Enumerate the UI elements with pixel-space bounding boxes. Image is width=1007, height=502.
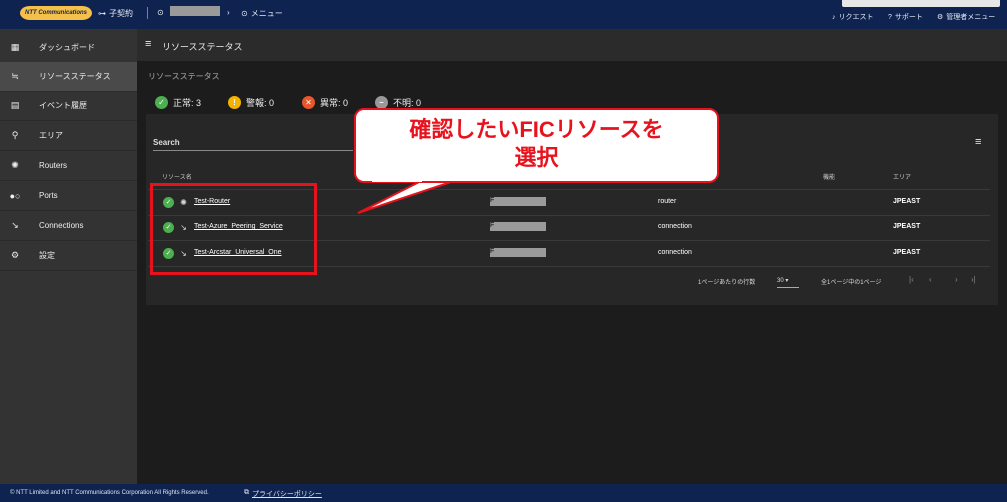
footer: © NTT Limited and NTT Communications Cor…	[0, 484, 1007, 502]
breadcrumb: リソースステータス	[148, 72, 220, 81]
resource-type: connection	[658, 223, 692, 230]
help-icon: ?	[888, 13, 892, 21]
hamburger-icon[interactable]: ≡	[145, 38, 151, 50]
support-link[interactable]: ? サポート	[888, 12, 923, 22]
sidebar-item-ports[interactable]: ●○ Ports	[0, 181, 137, 211]
callout-joint	[372, 176, 422, 182]
resource-area: JPEAST	[893, 223, 921, 230]
highlight-box	[150, 183, 317, 275]
chevron-circle-icon: ⊙	[241, 9, 248, 18]
contract-nav[interactable]: ⊶ 子契約	[98, 8, 133, 19]
router-icon: ✺	[11, 160, 19, 170]
copyright-text: © NTT Limited and NTT Communications Cor…	[10, 490, 209, 496]
sidebar-item-event-history[interactable]: ▤ イベント履歴	[0, 91, 137, 121]
topbar-search-box[interactable]	[842, 0, 1000, 7]
menu-select[interactable]: ⊙ メニュー	[241, 8, 283, 19]
annotation-line2: 選択	[514, 145, 559, 170]
chevron-circle-icon: ⊙	[157, 8, 164, 17]
external-link-icon: ⧉	[244, 489, 249, 496]
page-header: ≡ リソースステータス	[137, 29, 1007, 61]
admin-menu-link[interactable]: ⚙ 管理者メニュー	[937, 12, 995, 22]
port-icon: ●○	[9, 190, 21, 201]
column-header-name[interactable]: リソース名	[162, 172, 192, 181]
status-icon: ≒	[11, 71, 19, 81]
page-info: 全1ページ中の1ページ	[821, 280, 882, 286]
ntt-logo[interactable]: NTT Communications	[20, 6, 92, 20]
error-icon: ✕	[302, 96, 315, 109]
column-header-area[interactable]: エリア	[893, 172, 911, 181]
next-page-icon[interactable]: ›	[955, 275, 958, 284]
rows-per-page-select[interactable]: 30 ▾	[777, 277, 799, 288]
column-header-function[interactable]: 機能	[823, 172, 835, 181]
sidebar-item-dashboard[interactable]: ▦ ダッシュボード	[0, 33, 137, 63]
dropdown-icon: ▾	[785, 278, 789, 284]
page-title: リソースステータス	[162, 42, 243, 52]
sidebar-item-resource-status[interactable]: ≒ リソースステータス	[0, 62, 137, 92]
resource-type: router	[658, 198, 677, 205]
contract-label: 子契約	[109, 9, 133, 18]
annotation-callout: 確認したいFICリソースを 選択	[354, 108, 719, 183]
top-bar: NTT Communications ⊶ 子契約 ⊙ › ⊙ メニュー ♪ リクエ…	[0, 0, 1007, 29]
gear-icon: ⚙	[937, 14, 944, 21]
masked-contract-id	[170, 6, 220, 16]
grid-icon: ▦	[10, 42, 20, 52]
sidebar-item-connections[interactable]: ↘ Connections	[0, 211, 137, 241]
first-page-icon[interactable]: |‹	[909, 275, 914, 284]
check-icon: ✓	[155, 96, 168, 109]
search-label: Search	[153, 138, 180, 147]
connection-icon: ↘	[11, 220, 19, 230]
annotation-line1: 確認したいFICリソースを	[409, 117, 664, 142]
sidebar: ▦ ダッシュボード ≒ リソースステータス ▤ イベント履歴 ⚲ エリア ✺ R…	[0, 29, 137, 484]
sidebar-item-routers[interactable]: ✺ Routers	[0, 151, 137, 181]
resource-area: JPEAST	[893, 249, 921, 256]
hierarchy-icon: ⊶	[98, 9, 106, 18]
breadcrumb-arrow-icon: ›	[227, 8, 230, 17]
stat-warning[interactable]: ! 警報: 0	[228, 96, 274, 109]
masked-resource-id: F	[490, 248, 546, 257]
calendar-icon: ▤	[10, 100, 20, 110]
resource-type: connection	[658, 249, 692, 256]
contract-select[interactable]: ⊙	[157, 8, 164, 17]
divider	[147, 7, 148, 19]
sidebar-item-settings[interactable]: ⚙ 設定	[0, 241, 137, 271]
last-page-icon[interactable]: ›|	[971, 275, 976, 284]
masked-resource-id: F	[490, 222, 546, 231]
privacy-policy-link[interactable]: ⧉ プライバシーポリシー	[244, 489, 322, 499]
prev-page-icon[interactable]: ‹	[929, 275, 932, 284]
table-menu-icon[interactable]: ≡	[975, 136, 981, 148]
gear-icon: ⚙	[10, 250, 20, 260]
sidebar-item-area[interactable]: ⚲ エリア	[0, 121, 137, 151]
stat-normal[interactable]: ✓ 正常: 3	[155, 96, 201, 109]
warning-icon: !	[228, 96, 241, 109]
search-input[interactable]	[153, 150, 353, 151]
stat-error[interactable]: ✕ 異常: 0	[302, 96, 348, 109]
location-icon: ⚲	[11, 130, 19, 140]
bell-icon: ♪	[832, 13, 836, 21]
resource-area: JPEAST	[893, 198, 921, 205]
request-link[interactable]: ♪ リクエスト	[832, 12, 874, 22]
rows-per-page-label: 1ページあたりの行数	[698, 280, 756, 286]
masked-resource-id: F	[490, 197, 546, 206]
menu-label: メニュー	[250, 9, 283, 18]
